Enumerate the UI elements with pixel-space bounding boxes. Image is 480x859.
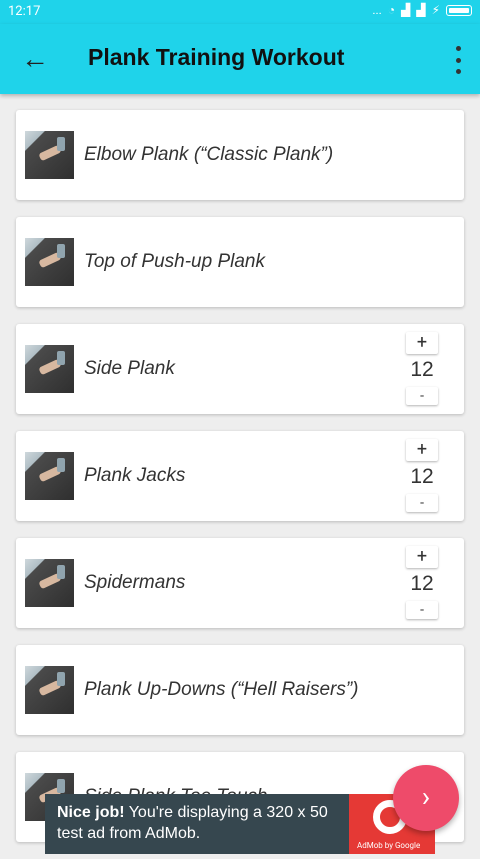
rep-count: 12 [410, 572, 434, 595]
overflow-menu-icon[interactable] [454, 46, 462, 74]
decrement-button[interactable]: - [406, 494, 438, 512]
increment-button[interactable]: + [406, 546, 438, 568]
exercise-card[interactable]: Side Plank + 12 - [16, 324, 464, 414]
exercise-thumbnail [25, 345, 74, 393]
exercise-card[interactable]: Plank Up-Downs (“Hell Raisers”) [16, 645, 464, 735]
rep-count: 12 [410, 465, 434, 488]
ad-headline: Nice job! [57, 804, 125, 821]
status-icons: ... ◔ ▟ ▟ ⚡ [372, 3, 472, 17]
signal-icon: ▟ [401, 3, 411, 17]
exercise-name: Spidermans [84, 572, 186, 593]
page-title: Plank Training Workout [88, 44, 345, 70]
exercise-thumbnail [25, 559, 74, 607]
decrement-button[interactable]: - [406, 387, 438, 405]
ad-text: Nice job! You're displaying a 320 x 50 t… [57, 802, 357, 844]
ad-attribution: AdMob by Google [357, 841, 421, 850]
app-bar: ← Plank Training Workout [0, 24, 480, 94]
exercise-thumbnail [25, 452, 74, 500]
exercise-card[interactable]: Elbow Plank (“Classic Plank”) [16, 110, 464, 200]
exercise-list: Elbow Plank (“Classic Plank”) Top of Pus… [16, 110, 464, 859]
exercise-name: Plank Jacks [84, 465, 186, 486]
exercise-card[interactable]: Spidermans + 12 - [16, 538, 464, 628]
rep-stepper: + 12 - [406, 439, 438, 512]
charging-icon: ⚡ [431, 3, 440, 17]
rep-count: 12 [410, 358, 434, 381]
increment-button[interactable]: + [406, 439, 438, 461]
more-dots-icon: ... [372, 3, 382, 17]
chevron-right-icon: › [421, 780, 431, 813]
decrement-button[interactable]: - [406, 601, 438, 619]
battery-icon [446, 4, 472, 16]
increment-button[interactable]: + [406, 332, 438, 354]
status-bar: 12:17 ... ◔ ▟ ▟ ⚡ [0, 0, 480, 24]
exercise-name: Top of Push-up Plank [84, 251, 265, 272]
exercise-thumbnail [25, 131, 74, 179]
status-time: 12:17 [8, 4, 41, 19]
next-fab-button[interactable]: › [393, 765, 459, 831]
back-arrow-icon[interactable]: ← [20, 44, 50, 74]
signal-icon-2: ▟ [416, 3, 426, 17]
exercise-name: Side Plank [84, 358, 175, 379]
exercise-card[interactable]: Plank Jacks + 12 - [16, 431, 464, 521]
exercise-card[interactable]: Top of Push-up Plank [16, 217, 464, 307]
wifi-icon: ◔ [387, 3, 396, 17]
rep-stepper: + 12 - [406, 546, 438, 619]
rep-stepper: + 12 - [406, 332, 438, 405]
exercise-name: Elbow Plank (“Classic Plank”) [84, 144, 334, 165]
exercise-name: Plank Up-Downs (“Hell Raisers”) [84, 679, 359, 700]
exercise-thumbnail [25, 666, 74, 714]
ad-banner[interactable]: Nice job! You're displaying a 320 x 50 t… [45, 794, 435, 854]
exercise-thumbnail [25, 238, 74, 286]
